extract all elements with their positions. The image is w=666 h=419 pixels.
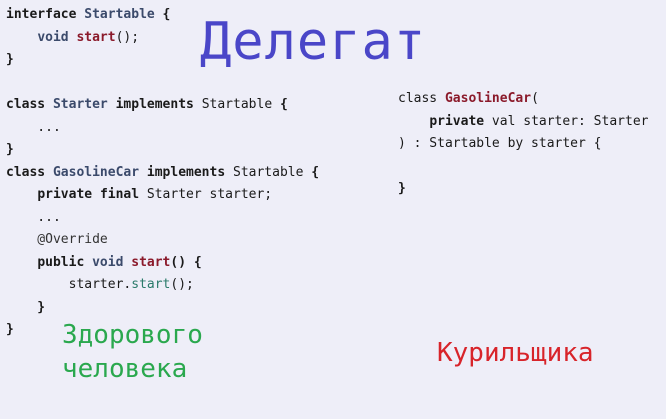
keyword: class xyxy=(6,164,46,180)
class-name: Starter xyxy=(52,97,108,112)
keyword: private xyxy=(37,187,93,202)
code-line: class Starter implements Startable { xyxy=(6,94,319,117)
code-line: interface Startable { xyxy=(6,4,319,27)
keyword: class xyxy=(398,91,438,106)
method-name: start xyxy=(76,29,116,45)
parameter-declaration: val starter: Starter xyxy=(484,113,649,129)
code-line: private val starter: Starter xyxy=(398,111,648,134)
kotlin-code-block: class GasolineCar( private val starter: … xyxy=(398,88,648,201)
brace: } xyxy=(6,52,14,67)
code-line: } xyxy=(6,297,319,320)
label-line: человека xyxy=(62,354,188,384)
keyword: class xyxy=(6,97,46,112)
method-call: start xyxy=(131,277,171,292)
ellipsis: ... xyxy=(6,119,61,135)
delegation-clause: ) : Startable by starter { xyxy=(398,136,602,151)
code-line: ... xyxy=(6,117,319,140)
punctuation: () { xyxy=(170,254,202,270)
keyword: final xyxy=(99,187,140,202)
keyword: private xyxy=(429,113,485,129)
brace: } xyxy=(6,322,14,337)
punctuation: (); xyxy=(115,29,140,45)
healthy-person-label: Здорового человека xyxy=(62,318,203,386)
code-line: private final Starter starter; xyxy=(6,184,319,207)
keyword: void xyxy=(37,29,69,45)
keyword: implements xyxy=(115,97,194,112)
brace: { xyxy=(272,97,288,112)
keyword: implements xyxy=(146,164,226,180)
annotation: @Override xyxy=(6,232,108,247)
code-line: public void start() { xyxy=(6,252,319,275)
punctuation: ( xyxy=(531,91,539,106)
method-name: start xyxy=(131,254,171,270)
code-line: starter.start(); xyxy=(6,274,319,297)
code-line: class GasolineCar implements Startable { xyxy=(6,162,319,185)
brace: } xyxy=(6,299,46,315)
code-line: void start(); xyxy=(6,27,319,50)
brace: { xyxy=(303,164,320,180)
code-line: @Override xyxy=(6,229,319,252)
punctuation: (); xyxy=(170,277,194,292)
brace: } xyxy=(398,181,406,196)
code-line: ... xyxy=(6,207,319,230)
keyword: public xyxy=(37,254,85,270)
keyword: interface xyxy=(6,7,77,22)
code-line: ) : Startable by starter { xyxy=(398,133,648,156)
class-name: GasolineCar xyxy=(52,164,140,180)
brace: { xyxy=(154,7,171,22)
field-declaration: Starter starter; xyxy=(139,187,273,202)
code-line: } xyxy=(398,178,648,201)
code-line: } xyxy=(6,139,319,162)
code-line: class GasolineCar( xyxy=(398,88,648,111)
code-line: } xyxy=(6,49,319,72)
interface-name: Startable xyxy=(84,7,155,22)
smoker-label: Курильщика xyxy=(437,338,594,368)
keyword: void xyxy=(92,254,124,270)
call-receiver: starter. xyxy=(68,277,132,292)
ellipsis: ... xyxy=(6,209,61,225)
label-line: Здорового xyxy=(62,320,203,350)
java-code-block: interface Startable { void start(); } cl… xyxy=(6,4,319,342)
brace: } xyxy=(6,142,14,157)
class-name: GasolineCar xyxy=(444,91,532,106)
interface-name: Startable xyxy=(233,164,304,180)
interface-name: Startable xyxy=(201,97,273,112)
